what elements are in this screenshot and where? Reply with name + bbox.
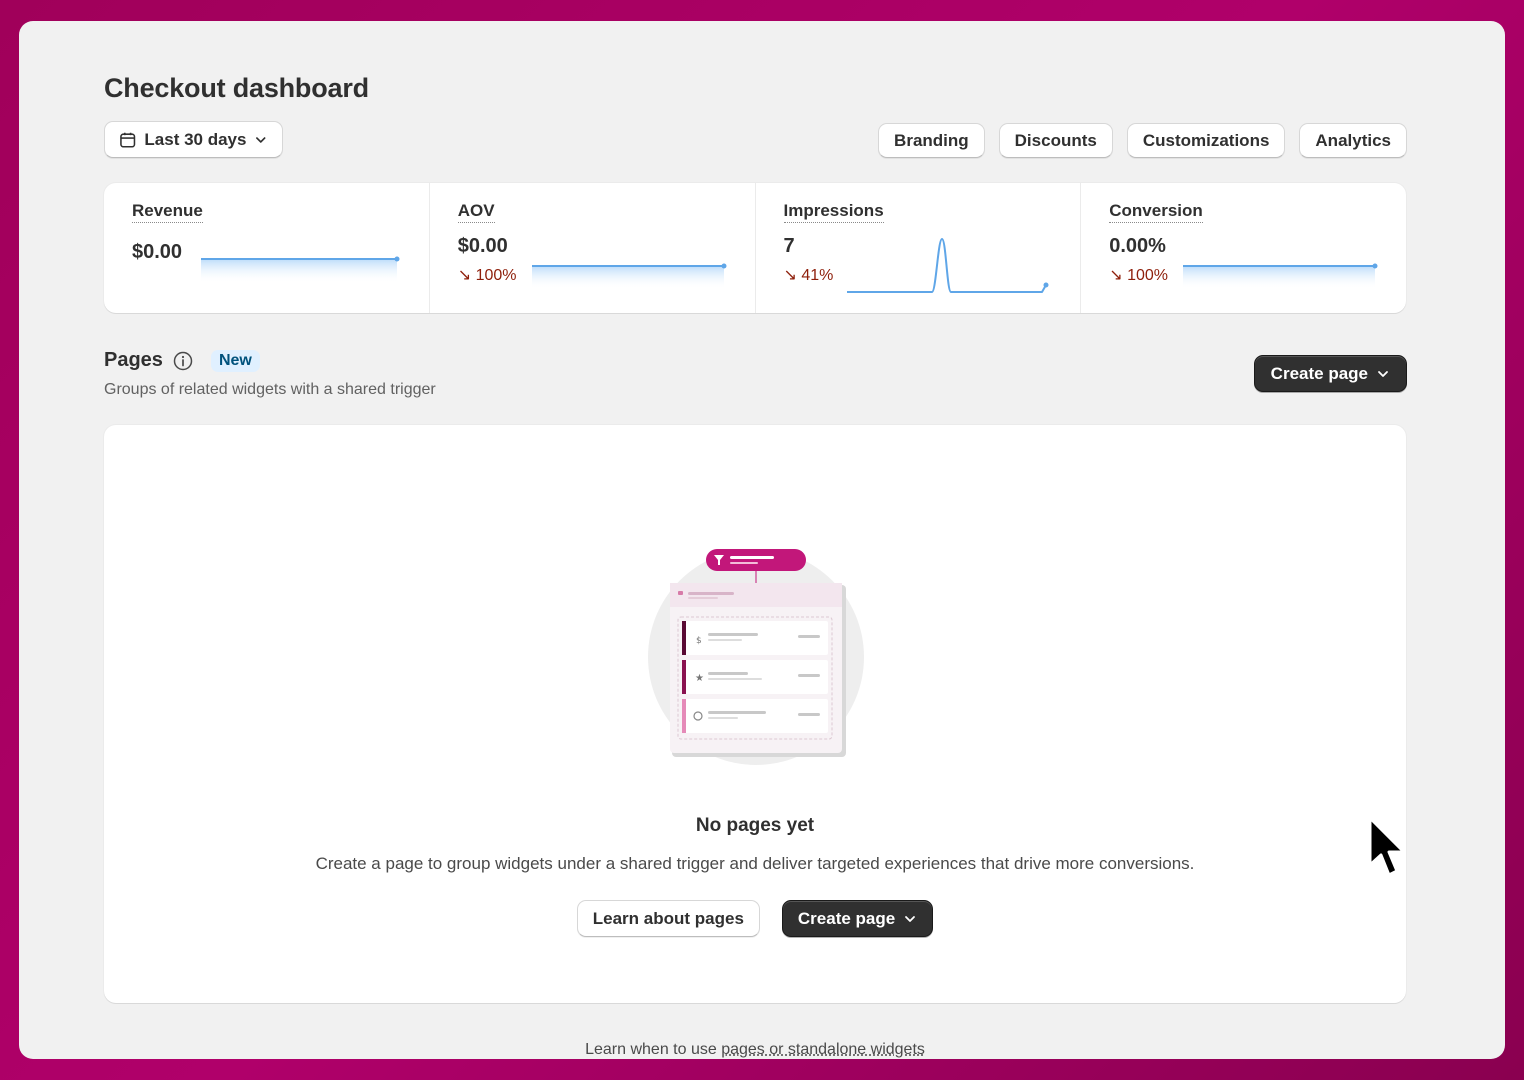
chevron-down-icon — [905, 915, 916, 922]
analytics-button[interactable]: Analytics — [1299, 123, 1407, 158]
empty-state-card: $ ★ No pages yet Create a page to group … — [104, 425, 1406, 1003]
chevron-down-icon — [1378, 370, 1388, 377]
footer-link[interactable]: pages or standalone widgets — [721, 1041, 925, 1058]
metric-value: 7 — [783, 235, 795, 257]
metric-conversion[interactable]: Conversion 0.00% ↘ 100% — [1081, 183, 1406, 313]
date-range-button[interactable]: Last 30 days — [104, 121, 283, 158]
empty-state-description: Create a page to group widgets under a s… — [315, 854, 1195, 873]
metric-delta: ↘ 100% — [457, 267, 517, 284]
metrics-card: Revenue $0.00 AOV $0.00 ↘ 100% Impressio… — [104, 183, 1406, 313]
revenue-sparkline — [201, 256, 400, 283]
aov-sparkline — [531, 263, 727, 289]
empty-state-title: No pages yet — [695, 815, 815, 836]
pages-title: Pages — [104, 349, 163, 371]
metric-value: $0.00 — [457, 235, 508, 257]
chevron-down-icon — [256, 136, 266, 143]
create-page-label: Create page — [797, 908, 896, 928]
metric-label: Revenue — [132, 201, 203, 223]
page-title: Checkout dashboard — [104, 73, 369, 103]
create-page-button[interactable]: Create page — [1253, 355, 1407, 392]
app-window: Checkout dashboard Last 30 days Branding… — [19, 21, 1505, 1059]
footer-prefix: Learn when to use — [585, 1041, 722, 1058]
impressions-sparkline — [846, 238, 1048, 293]
metric-delta: ↘ 100% — [1109, 267, 1169, 284]
new-badge: New — [210, 349, 260, 372]
svg-text:★: ★ — [695, 673, 704, 684]
empty-state-actions: Learn about pages Create page — [104, 900, 1406, 937]
pages-section-header: Pages New — [104, 349, 260, 372]
learn-about-pages-button[interactable]: Learn about pages — [576, 900, 760, 937]
info-icon[interactable] — [173, 351, 193, 371]
footer-help-text: Learn when to use pages or standalone wi… — [104, 1041, 1406, 1059]
svg-text:$: $ — [696, 636, 702, 646]
discounts-button[interactable]: Discounts — [998, 123, 1113, 158]
branding-button[interactable]: Branding — [878, 123, 985, 158]
create-page-empty-button[interactable]: Create page — [781, 900, 934, 937]
customizations-button[interactable]: Customizations — [1126, 123, 1286, 158]
metric-label: Conversion — [1109, 201, 1203, 223]
pages-subtitle: Groups of related widgets with a shared … — [104, 381, 436, 398]
date-range-label: Last 30 days — [144, 129, 247, 149]
mouse-pointer-icon — [1368, 816, 1406, 877]
metric-label: Impressions — [783, 201, 884, 223]
metric-revenue[interactable]: Revenue $0.00 — [104, 183, 430, 313]
pages-illustration: $ ★ — [648, 549, 864, 765]
metric-value: 0.00% — [1109, 235, 1166, 257]
metric-label: AOV — [457, 201, 495, 223]
top-nav: Branding Discounts Customizations Analyt… — [878, 123, 1407, 158]
calendar-icon — [120, 132, 136, 148]
metric-aov[interactable]: AOV $0.00 ↘ 100% — [430, 183, 756, 313]
conversion-sparkline — [1183, 263, 1378, 289]
metric-delta: ↘ 41% — [783, 267, 834, 284]
create-page-label: Create page — [1270, 363, 1368, 383]
metric-impressions[interactable]: Impressions 7 ↘ 41% — [756, 183, 1082, 313]
metric-value: $0.00 — [132, 241, 183, 263]
